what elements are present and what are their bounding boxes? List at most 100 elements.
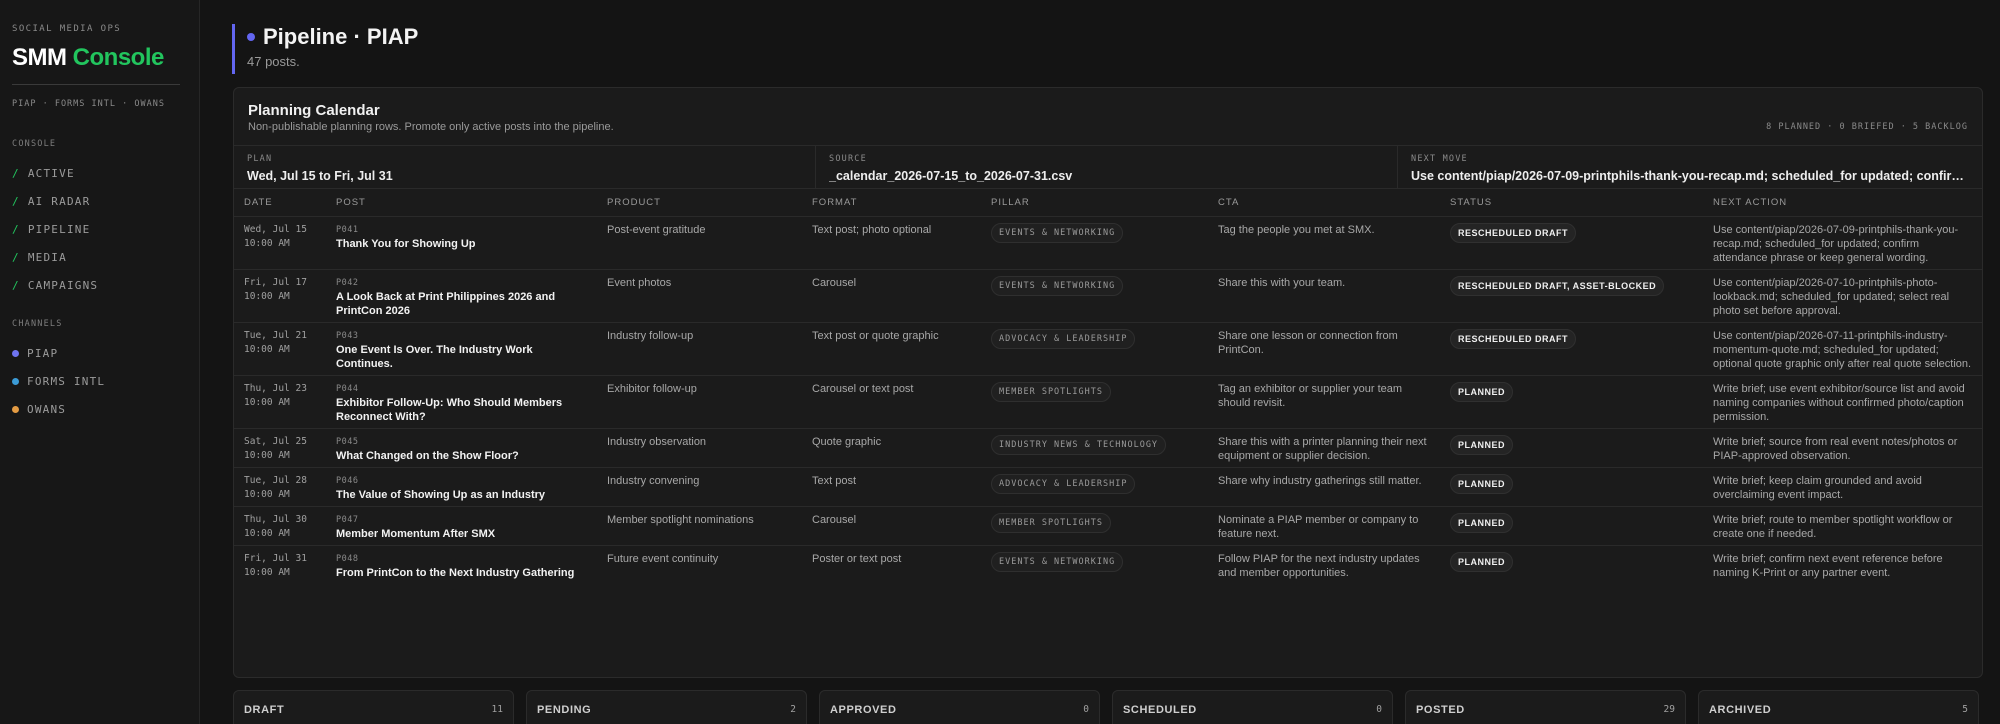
status-badge: PLANNED [1450,473,1514,494]
date-time: 10:00 AM [244,449,290,461]
column-header-pillar[interactable]: PILLAR [981,189,1208,217]
column-header-post[interactable]: POST [326,189,597,217]
cell-product: Member spotlight nominations [597,506,802,546]
channels-section-label: CHANNELS [12,319,63,329]
pillar-tag: ADVOCACY & LEADERSHIP [991,328,1136,349]
cell-next-action: Use content/piap/2026-07-09-printphils-t… [1703,216,1982,270]
table-row[interactable]: Fri, Jul 17 10:00 AM P042 A Look Back at Pr… [234,269,1982,323]
cell-status: RESCHEDULED DRAFT, ASSET-BLOCKED [1440,269,1703,323]
sidebar-item-campaigns[interactable]: / CAMPAIGNS [12,271,187,299]
table-row[interactable]: Sat, Jul 25 10:00 AM P045 What Changed on t… [234,428,1982,468]
cell-date: Thu, Jul 23 10:00 AM [234,375,326,429]
panel-title: Planning Calendar [248,102,380,119]
cell-post: P048 From PrintCon to the Next Industry G… [326,545,597,584]
slash-icon: / [12,278,20,292]
column-header-next-action[interactable]: NEXT ACTION [1703,189,1982,217]
stage-name: SCHEDULED [1123,704,1197,716]
column-header-cta[interactable]: CTA [1208,189,1440,217]
sidebar-item-label: AI RADAR [27,194,91,208]
stage-name: PENDING [537,704,592,716]
stage-card-posted[interactable]: POSTED 29 [1405,690,1686,724]
sidebar-item-pipeline[interactable]: / PIPELINE [12,215,187,243]
cell-date: Tue, Jul 21 10:00 AM [234,322,326,376]
cell-pillar: ADVOCACY & LEADERSHIP [981,467,1208,507]
channel-item-piap[interactable]: PIAP [12,339,187,367]
column-header-date[interactable]: DATE [234,189,326,217]
pillar-tag: EVENTS & NETWORKING [991,551,1124,572]
cell-pillar: ADVOCACY & LEADERSHIP [981,322,1208,376]
planning-calendar-panel: Planning Calendar Non-publishable planni… [233,87,1983,678]
sidebar-item-media[interactable]: / MEDIA [12,243,187,271]
table-row[interactable]: Tue, Jul 21 10:00 AM P043 One Event Is Over… [234,322,1982,376]
column-header-status[interactable]: STATUS [1440,189,1703,217]
table-row[interactable]: Thu, Jul 23 10:00 AM P044 Exhibitor Follow-… [234,375,1982,429]
stage-count: 29 [1663,704,1675,715]
meta-label: NEXT MOVE [1411,154,1468,164]
post-title-link[interactable]: Thank You for Showing Up [336,237,587,251]
cell-format: Carousel [802,506,981,546]
status-badge: PLANNED [1450,434,1514,455]
date-day: Fri, Jul 31 [244,552,307,564]
meta-value: Wed, Jul 15 to Fri, Jul 31 [247,169,393,183]
date-day: Thu, Jul 23 [244,382,307,394]
table-row[interactable]: Wed, Jul 15 10:00 AM P041 Thank You for Sho… [234,216,1982,270]
table-body: Wed, Jul 15 10:00 AM P041 Thank You for Sho… [234,216,1982,584]
app-title-main: SMM [12,44,73,71]
app-title: SMM Console [12,44,187,72]
channel-item-owans[interactable]: OWANS [12,395,187,423]
post-title-link[interactable]: A Look Back at Print Philippines 2026 an… [336,290,587,318]
post-title-link[interactable]: Member Momentum After SMX [336,527,587,541]
cell-status: RESCHEDULED DRAFT [1440,322,1703,376]
sidebar-item-ai-radar[interactable]: / AI RADAR [12,187,187,215]
stage-name: DRAFT [244,704,285,716]
stage-card-scheduled[interactable]: SCHEDULED 0 [1112,690,1393,724]
sidebar: SOCIAL MEDIA OPS SMM Console PIAP · FORM… [0,0,200,724]
cell-format: Poster or text post [812,552,902,565]
cell-status: PLANNED [1440,506,1703,546]
column-header-product[interactable]: PRODUCT [597,189,802,217]
cell-pillar: EVENTS & NETWORKING [981,269,1208,323]
cell-date: Fri, Jul 31 10:00 AM [234,545,326,584]
sidebar-context: PIAP · FORMS INTL · OWANS [12,99,165,109]
date-day: Wed, Jul 15 [244,223,307,235]
cell-cta: Share this with a printer planning their… [1208,428,1440,468]
post-title-link[interactable]: What Changed on the Show Floor? [336,449,587,463]
cell-next-action: Write brief; source from real event note… [1703,428,1982,468]
post-title-link[interactable]: One Event Is Over. The Industry Work Con… [336,343,587,371]
sidebar-item-active[interactable]: / ACTIVE [12,159,187,187]
stage-name: ARCHIVED [1709,704,1772,716]
post-title-link[interactable]: Exhibitor Follow-Up: Who Should Members … [336,396,587,424]
date-day: Thu, Jul 30 [244,513,307,525]
cell-status: PLANNED [1440,467,1703,507]
stage-name: APPROVED [830,704,897,716]
cell-pillar: INDUSTRY NEWS & TECHNOLOGY [981,428,1208,468]
table-row[interactable]: Fri, Jul 31 10:00 AM P048 From PrintCon to … [234,545,1982,584]
cell-next-action: Write brief; use event exhibitor/source … [1703,375,1982,429]
stage-card-approved[interactable]: APPROVED 0 [819,690,1100,724]
cell-status: PLANNED [1440,375,1703,429]
status-badge: RESCHEDULED DRAFT [1450,222,1577,243]
column-header-format[interactable]: FORMAT [802,189,981,217]
meta-label: PLAN [247,154,273,164]
stage-card-archived[interactable]: ARCHIVED 5 [1698,690,1979,724]
table-row[interactable]: Thu, Jul 30 10:00 AM P047 Member Momentum A… [234,506,1982,546]
stage-card-pending[interactable]: PENDING 2 [526,690,807,724]
status-badge: PLANNED [1450,512,1514,533]
sidebar-kicker: SOCIAL MEDIA OPS [12,24,122,34]
table-row[interactable]: Tue, Jul 28 10:00 AM P046 The Value of Show… [234,467,1982,507]
cell-post: P041 Thank You for Showing Up [326,216,597,270]
cell-post: P044 Exhibitor Follow-Up: Who Should Memb… [326,375,597,429]
cell-date: Tue, Jul 28 10:00 AM [234,467,326,507]
cell-product: Post-event gratitude [597,216,802,270]
cell-next-action: Write brief; keep claim grounded and avo… [1703,467,1982,507]
channel-dot-icon [12,377,19,385]
channel-item-forms-intl[interactable]: FORMS INTL [12,367,187,395]
app-title-accent: Console [72,44,165,71]
stage-card-draft[interactable]: DRAFT 11 [233,690,514,724]
cell-status: RESCHEDULED DRAFT [1440,216,1703,270]
sidebar-divider [12,84,180,85]
post-title-link[interactable]: The Value of Showing Up as an Industry [336,488,587,502]
channels-nav: PIAP FORMS INTL OWANS [12,339,187,423]
stage-count: 2 [790,704,796,715]
post-title-link[interactable]: From PrintCon to the Next Industry Gathe… [336,566,587,580]
